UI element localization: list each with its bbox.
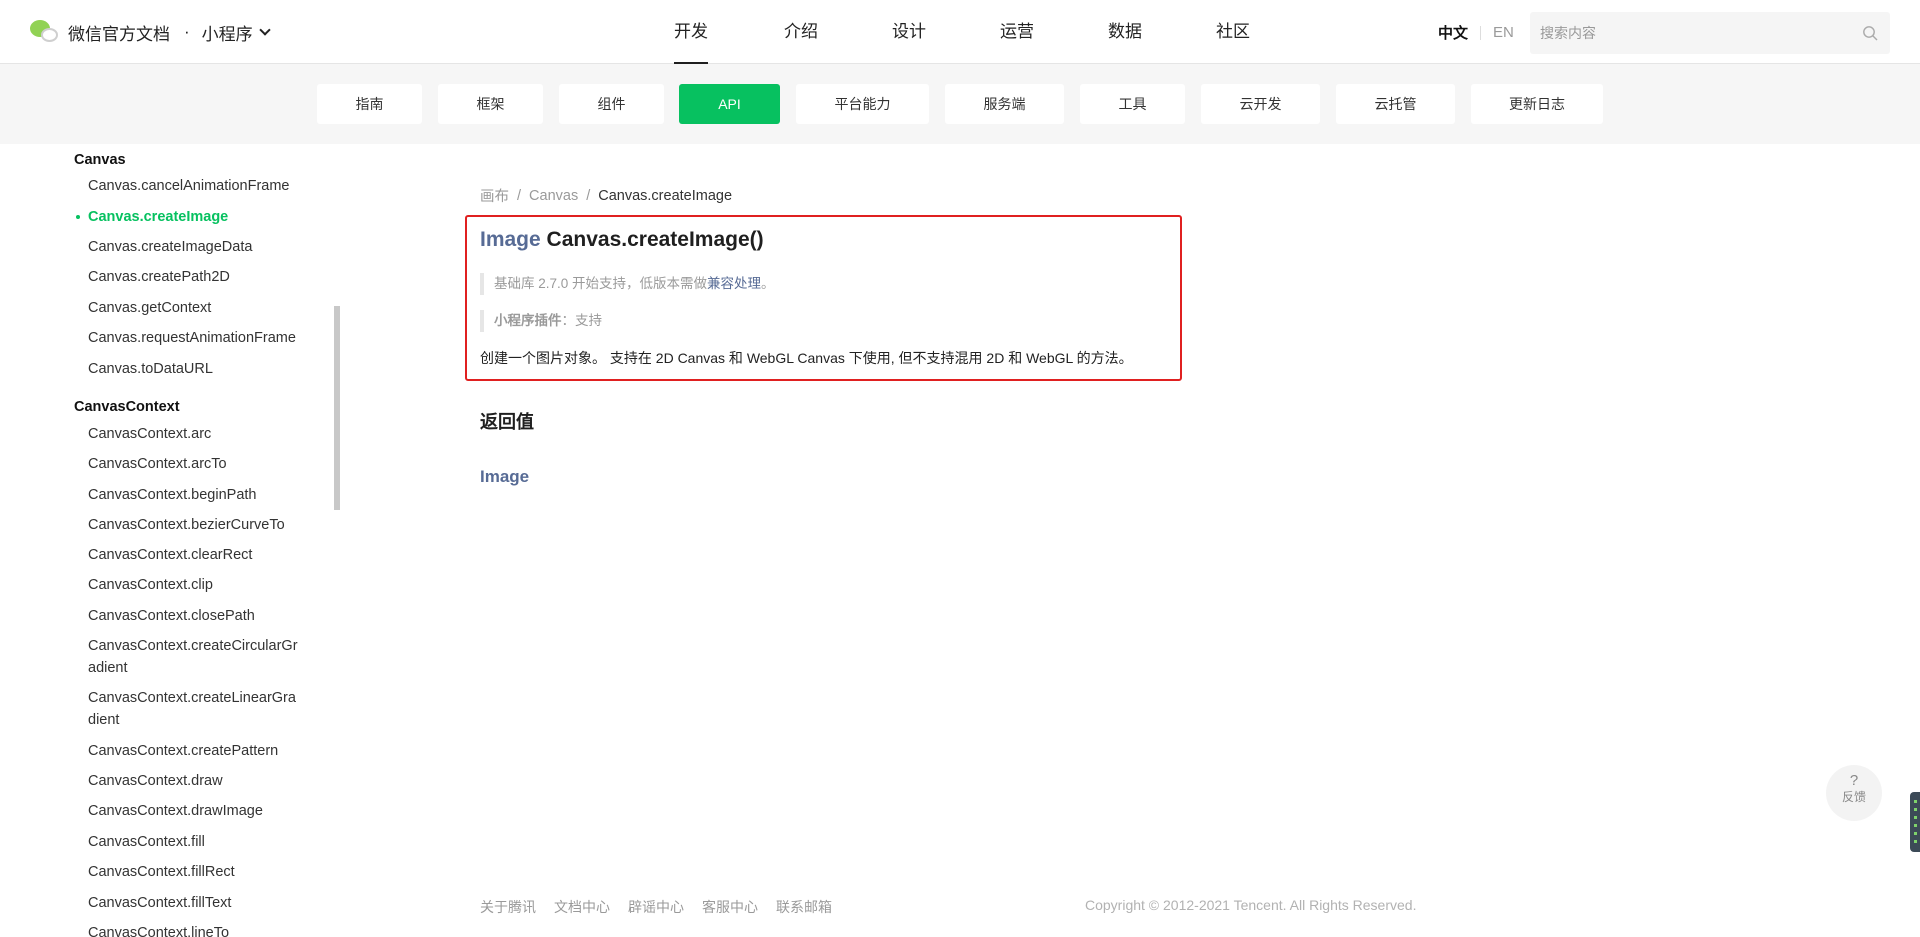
brand[interactable]: 微信官方文档 · 小程序 [30,18,271,46]
sidebar: Canvas Canvas.cancelAnimationFrame Canva… [0,144,340,937]
tab-cloud-hosting[interactable]: 云托管 [1336,84,1455,124]
return-type-link[interactable]: Image [480,228,541,251]
chevron-down-icon [259,24,271,36]
returns-heading: 返回值 [480,412,534,432]
breadcrumb-item-canvas-category[interactable]: 画布 [480,185,509,206]
sidebar-scrollbar[interactable] [334,306,340,510]
sidebar-group-canvascontext[interactable]: CanvasContext [74,399,180,415]
lang-divider [1480,25,1482,40]
sub-nav: 指南 框架 组件 API 平台能力 服务端 工具 云开发 云托管 更新日志 [0,64,1920,144]
sidebar-item-canvascontext-fill[interactable]: CanvasContext.fill [88,831,308,853]
nav-item-operations[interactable]: 运营 [1000,0,1034,64]
nav-item-data[interactable]: 数据 [1108,0,1142,64]
sidebar-item-canvascontext-createcirculargradient[interactable]: CanvasContext.createCircularGr adient [88,635,308,679]
nav-item-community[interactable]: 社区 [1216,0,1250,64]
lang-zh[interactable]: 中文 [1438,22,1468,43]
search-icon[interactable] [1862,25,1878,41]
breadcrumb-item-current: Canvas.createImage [598,187,733,204]
sidebar-item-canvascontext-clip[interactable]: CanvasContext.clip [88,574,308,596]
breadcrumb-item-canvas[interactable]: Canvas [529,188,578,204]
sidebar-item-label-line1: CanvasContext.createCircularGr [88,638,298,654]
compat-link[interactable]: 兼容处理 [707,276,761,291]
tab-guide[interactable]: 指南 [317,84,422,124]
feedback-button[interactable]: ? 反馈 [1826,765,1882,821]
api-description: 创建一个图片对象。 支持在 2D Canvas 和 WebGL Canvas 下… [480,350,1133,366]
plugin-support-note: 小程序插件：支持 [480,310,602,332]
breadcrumb-separator: / [586,187,591,204]
sidebar-item-canvas-createimage[interactable]: Canvas.createImage [76,206,308,228]
sidebar-item-label-line2: adient [88,660,128,676]
sidebar-item-canvas-createpath2d[interactable]: Canvas.createPath2D [88,266,308,288]
main-nav: 开发 介绍 设计 运营 数据 社区 [650,0,1250,64]
footer-link-about[interactable]: 关于腾讯 [480,897,536,917]
tab-framework[interactable]: 框架 [438,84,543,124]
language-switch: 中文 EN [1438,22,1514,43]
sidebar-item-canvas-getcontext[interactable]: Canvas.getContext [88,297,308,319]
footer-link-docs[interactable]: 文档中心 [554,897,610,917]
sidebar-item-canvascontext-lineto[interactable]: CanvasContext.lineTo [88,922,308,937]
sidebar-item-canvascontext-arcto[interactable]: CanvasContext.arcTo [88,453,308,475]
brand-separator: · [184,22,190,41]
api-signature: Canvas.createImage() [546,228,764,251]
nav-item-design[interactable]: 设计 [892,0,926,64]
footer-links: 关于腾讯 文档中心 辟谣中心 客服中心 联系邮箱 [480,897,850,917]
sidebar-item-canvas-cancelanimationframe[interactable]: Canvas.cancelAnimationFrame [88,175,308,197]
tab-changelog[interactable]: 更新日志 [1471,84,1603,124]
sidebar-item-canvascontext-clearrect[interactable]: CanvasContext.clearRect [88,544,308,566]
nav-item-intro[interactable]: 介绍 [784,0,818,64]
product-switcher-label: 小程序 [201,24,253,44]
top-header: 微信官方文档 · 小程序 开发 介绍 设计 运营 数据 社区 中文 EN [0,0,1920,64]
tab-tools[interactable]: 工具 [1080,84,1185,124]
sidebar-item-canvascontext-beginpath[interactable]: CanvasContext.beginPath [88,484,308,506]
wechat-logo-icon [30,18,62,46]
nav-item-develop[interactable]: 开发 [674,0,708,64]
sidebar-item-canvascontext-fillrect[interactable]: CanvasContext.fillRect [88,861,308,883]
sidebar-item-label-line2: dient [88,712,120,728]
sidebar-item-canvascontext-closepath[interactable]: CanvasContext.closePath [88,605,308,627]
sidebar-item-canvas-todataurl[interactable]: Canvas.toDataURL [88,358,308,380]
search-input[interactable] [1540,12,1840,54]
lang-en[interactable]: EN [1493,24,1514,41]
search-box [1530,12,1890,54]
edge-widget-icon[interactable] [1910,792,1920,852]
footer-link-rumor[interactable]: 辟谣中心 [628,897,684,917]
copyright: Copyright © 2012-2021 Tencent. All Right… [1085,897,1417,913]
base-library-suffix: 。 [761,276,775,291]
product-switcher[interactable]: 小程序 [201,20,271,45]
plugin-label: 小程序插件 [494,313,562,328]
question-icon: ? [1849,772,1859,789]
footer-link-support[interactable]: 客服中心 [702,897,758,917]
tab-api[interactable]: API [679,84,780,124]
tab-platform-capabilities[interactable]: 平台能力 [796,84,929,124]
sidebar-item-canvascontext-beziercurveto[interactable]: CanvasContext.bezierCurveTo [88,514,308,536]
sidebar-item-canvascontext-arc[interactable]: CanvasContext.arc [88,423,308,445]
breadcrumb-separator: / [517,187,522,204]
sidebar-group-canvas[interactable]: Canvas [74,152,126,168]
tab-server[interactable]: 服务端 [945,84,1064,124]
feedback-label: 反馈 [1841,790,1866,804]
sidebar-item-canvascontext-createpattern[interactable]: CanvasContext.createPattern [88,740,308,762]
returns-type-link[interactable]: Image [480,467,529,487]
sidebar-item-label-line1: CanvasContext.createLinearGra [88,690,296,706]
base-library-text: 基础库 2.7.0 开始支持，低版本需做 [494,276,708,291]
sidebar-item-canvascontext-filltext[interactable]: CanvasContext.fillText [88,892,308,914]
page-title: Image Canvas.createImage() [480,228,764,252]
sidebar-item-canvascontext-createlineargradient[interactable]: CanvasContext.createLinearGra dient [88,687,308,731]
base-library-note: 基础库 2.7.0 开始支持，低版本需做兼容处理。 [480,273,775,295]
breadcrumb: 画布 / Canvas / Canvas.createImage [480,185,732,206]
sidebar-item-canvascontext-drawimage[interactable]: CanvasContext.drawImage [88,800,308,822]
sidebar-item-canvas-createimagedata[interactable]: Canvas.createImageData [88,236,308,258]
brand-title[interactable]: 微信官方文档 [68,20,170,45]
tab-cloud-dev[interactable]: 云开发 [1201,84,1320,124]
plugin-value: ：支持 [561,313,603,328]
footer-link-email[interactable]: 联系邮箱 [776,897,832,917]
sidebar-item-canvascontext-draw[interactable]: CanvasContext.draw [88,770,308,792]
tab-components[interactable]: 组件 [559,84,664,124]
sidebar-item-canvas-requestanimationframe[interactable]: Canvas.requestAnimationFrame [88,327,308,349]
